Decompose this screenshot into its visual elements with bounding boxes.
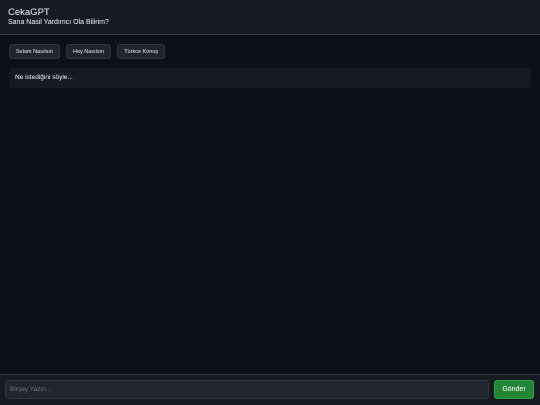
suggestion-button-hey[interactable]: Hey Nasılsın: [66, 44, 112, 59]
send-button[interactable]: Gönder: [494, 380, 534, 399]
suggestion-button-selam[interactable]: Selam Nasılsın: [9, 44, 60, 59]
app-subtitle: Sana Nasil Yardımcı Ola Bilirim?: [8, 19, 109, 26]
message-input[interactable]: [5, 380, 489, 399]
header: CekaGPT Sana Nasil Yardımcı Ola Bilirim?: [0, 0, 540, 35]
composer-bar: Gönder: [0, 374, 540, 405]
app-title: CekaGPT: [8, 7, 50, 18]
app-window: CekaGPT Sana Nasil Yardımcı Ola Bilirim?…: [0, 0, 540, 405]
suggestion-buttons: Selam Nasılsın Hey Nasılsın Türkce Konuş: [9, 44, 166, 59]
chat-message-area: Ne istediğini söyle...: [9, 68, 531, 88]
chat-prompt-message: Ne istediğini söyle...: [15, 74, 73, 81]
suggestion-button-turkce[interactable]: Türkce Konuş: [117, 44, 166, 59]
